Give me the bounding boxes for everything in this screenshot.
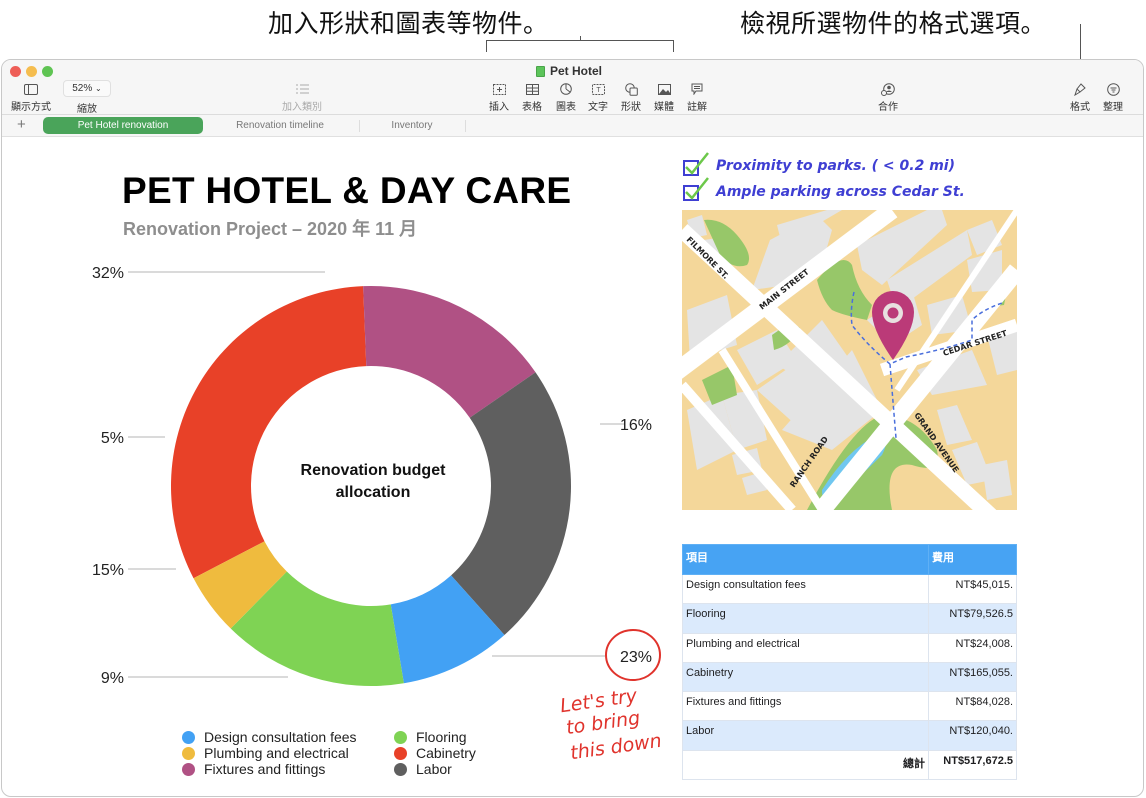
table-cell-item[interactable]: Design consultation fees	[682, 573, 929, 605]
checklist-item: Ample parking across Cedar St.	[716, 184, 965, 200]
checkmark-icon	[685, 177, 709, 200]
table-total-row: 總計 NT$517,672.5	[682, 749, 1017, 781]
table-row: Design consultation fees NT$45,015.	[682, 573, 1017, 605]
data-label-plumbing-and-electrical: 5%	[101, 430, 124, 447]
legend-swatch	[182, 746, 195, 760]
legend-item: Labor	[394, 761, 452, 777]
table-cell-cost[interactable]: NT$84,028.	[928, 691, 1017, 722]
total-value[interactable]: NT$517,672.5	[928, 749, 1017, 781]
chart-center-title-line1: Renovation budget	[301, 462, 447, 479]
legend-label: Design consultation fees	[204, 729, 357, 745]
table-header-row: 項目 費用	[682, 544, 1017, 575]
table-row: Fixtures and fittings NT$84,028.	[682, 691, 1017, 722]
table-cell-cost[interactable]: NT$45,015.	[928, 573, 1017, 605]
data-label-labor: 23%	[620, 649, 652, 666]
chart-center-title-line2: allocation	[336, 484, 411, 501]
map-image[interactable]: FILMORE ST. MAIN STREET CEDAR STREET GRA…	[682, 210, 1017, 510]
legend-swatch	[394, 746, 407, 760]
legend-label: Flooring	[416, 729, 467, 745]
table-cell-cost[interactable]: NT$79,526.5	[928, 603, 1017, 634]
legend-label: Labor	[416, 761, 452, 777]
table-cell-item[interactable]: Flooring	[682, 603, 929, 634]
legend-item: Cabinetry	[394, 745, 476, 761]
table-cell-cost[interactable]: NT$24,008.	[928, 632, 1017, 663]
legend-swatch	[182, 762, 195, 776]
table-cell-item[interactable]: Fixtures and fittings	[682, 691, 929, 722]
table-row: Cabinetry NT$165,055.	[682, 661, 1017, 693]
table-cell-item[interactable]: Labor	[682, 720, 929, 751]
legend-label: Cabinetry	[416, 745, 476, 761]
data-label-flooring: 15%	[92, 562, 124, 579]
checkmark-icon	[685, 152, 709, 175]
legend-label: Fixtures and fittings	[204, 761, 326, 777]
legend-swatch	[182, 730, 195, 744]
legend-label: Plumbing and electrical	[204, 745, 349, 761]
legend-item: Flooring	[394, 729, 467, 745]
table-cell-cost[interactable]: NT$165,055.	[928, 661, 1017, 693]
column-header-cost[interactable]: 費用	[928, 544, 1017, 575]
legend-item: Design consultation fees	[182, 729, 357, 745]
checklist-item: Proximity to parks. ( < 0.2 mi)	[716, 158, 955, 174]
table-row: Plumbing and electrical NT$24,008.	[682, 632, 1017, 663]
table-cell-cost[interactable]: NT$120,040.	[928, 720, 1017, 751]
table-row: Labor NT$120,040.	[682, 720, 1017, 751]
data-label-design-consultation-fees: 9%	[101, 670, 124, 687]
budget-table[interactable]: 項目 費用 Design consultation fees NT$45,015…	[682, 544, 1017, 781]
total-label[interactable]: 總計	[682, 749, 929, 781]
legend-item: Plumbing and electrical	[182, 745, 349, 761]
data-label-cabinetry: 32%	[92, 265, 124, 282]
legend-swatch	[394, 730, 407, 744]
legend-item: Fixtures and fittings	[182, 761, 325, 777]
donut-slice-cabinetry[interactable]	[171, 286, 367, 579]
table-cell-item[interactable]: Plumbing and electrical	[682, 632, 929, 663]
legend-swatch	[394, 762, 407, 776]
data-label-fixtures-and-fittings: 16%	[620, 417, 652, 434]
column-header-item[interactable]: 項目	[682, 544, 929, 575]
table-cell-item[interactable]: Cabinetry	[682, 661, 929, 693]
table-row: Flooring NT$79,526.5	[682, 603, 1017, 634]
